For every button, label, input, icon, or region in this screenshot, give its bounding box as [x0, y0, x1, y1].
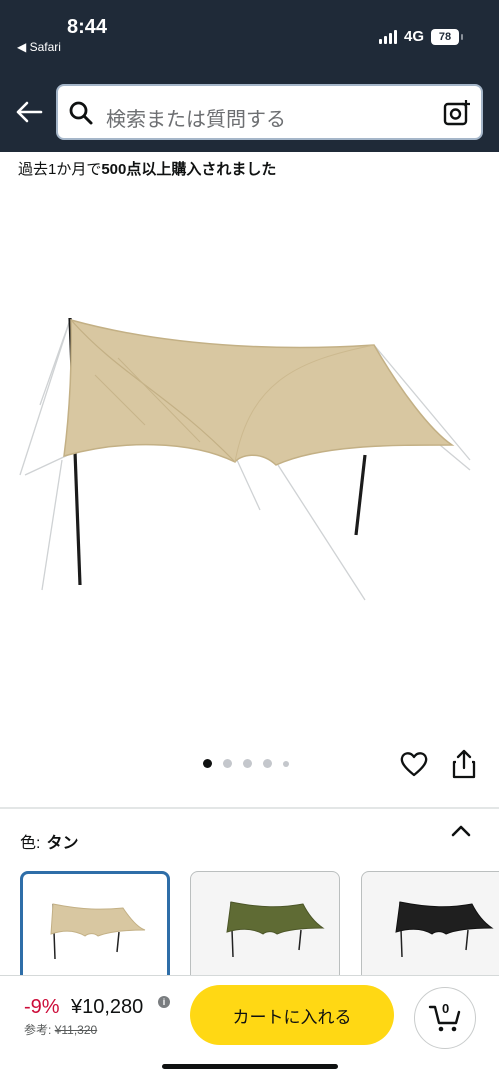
info-icon[interactable]: i	[158, 996, 170, 1008]
color-swatch-tan[interactable]	[20, 871, 170, 991]
color-swatch-olive[interactable]	[190, 871, 340, 991]
app-header: 8:44 ◀ Safari 4G 78 検索または質問する	[0, 0, 499, 152]
network-type: 4G	[403, 28, 424, 45]
section-divider	[0, 807, 499, 809]
tarp-thumbnail-olive	[226, 901, 325, 958]
purchase-note-count: 500点以上購入されました	[101, 161, 277, 178]
reference-price: 参考: ¥11,320	[24, 1021, 97, 1038]
color-selector-header[interactable]: 色: タン	[20, 829, 78, 853]
cart-count: 0	[442, 1001, 450, 1016]
search-input[interactable]: 検索または質問する	[56, 84, 483, 140]
pagination-dot[interactable]	[223, 759, 232, 768]
pagination-dot[interactable]	[203, 759, 212, 768]
pagination-dot[interactable]	[263, 759, 272, 768]
color-value: タン	[46, 835, 79, 852]
search-icon[interactable]	[68, 100, 94, 131]
cart-button[interactable]: 0	[414, 987, 476, 1049]
status-time: 8:44	[67, 16, 108, 38]
signal-icon	[378, 29, 397, 44]
pagination-dot[interactable]	[283, 760, 289, 767]
battery-level: 78	[438, 30, 452, 43]
discount-percent: -9%	[24, 996, 60, 1018]
reference-label: 参考:	[24, 1023, 52, 1037]
back-to-safari[interactable]: ◀ Safari	[17, 40, 61, 54]
image-pagination[interactable]	[203, 759, 289, 768]
color-swatch-black[interactable]	[361, 871, 499, 991]
tarp-thumbnail-tan	[50, 903, 146, 960]
camera-search-icon[interactable]	[443, 99, 471, 132]
heart-icon[interactable]	[400, 751, 428, 782]
color-label: 色:	[20, 835, 41, 852]
home-indicator[interactable]	[162, 1064, 338, 1069]
pagination-dot[interactable]	[243, 759, 252, 768]
price: ¥10,280	[71, 996, 144, 1018]
search-placeholder: 検索または質問する	[106, 109, 286, 131]
back-arrow-icon[interactable]	[13, 96, 45, 128]
add-to-cart-button[interactable]: カートに入れる	[190, 985, 394, 1045]
product-image-carousel[interactable]	[0, 190, 499, 750]
tarp-thumbnail-black	[395, 901, 494, 958]
tarp-tent-image	[19, 317, 471, 601]
chevron-up-icon[interactable]	[451, 824, 471, 843]
status-indicators: 4G 78	[378, 28, 463, 45]
share-icon[interactable]	[451, 749, 477, 784]
purchase-note: 過去1か月で500点以上購入されました	[18, 158, 276, 179]
reference-price-value: ¥11,320	[54, 1023, 98, 1037]
battery-icon: 78	[431, 28, 463, 45]
purchase-note-prefix: 過去1か月で	[18, 161, 102, 178]
